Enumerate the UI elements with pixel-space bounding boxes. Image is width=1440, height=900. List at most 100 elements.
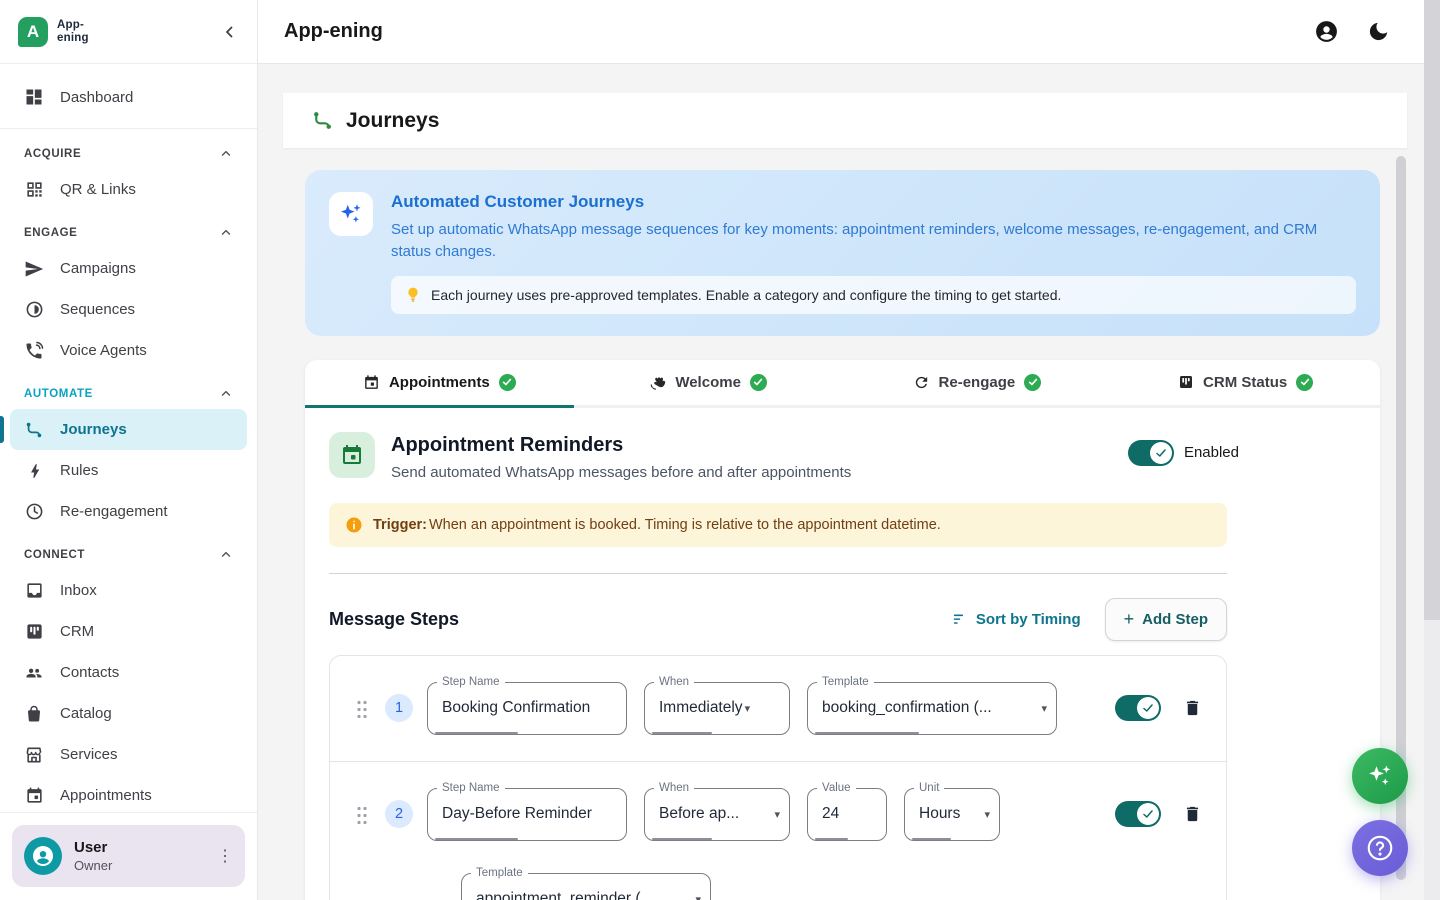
page-title: Journeys xyxy=(346,109,439,133)
sidebar-item-label: Campaigns xyxy=(60,260,136,277)
tab-crm-status[interactable]: CRM Status xyxy=(1111,360,1380,408)
when-value: Immediately xyxy=(659,699,743,717)
step-name-value: Booking Confirmation xyxy=(442,699,590,717)
sidebar-item-journeys[interactable]: Journeys xyxy=(10,409,247,450)
sidebar-item-appointments[interactable]: Appointments xyxy=(10,775,247,814)
tab-label: CRM Status xyxy=(1203,374,1287,391)
app-logo-letter: A xyxy=(27,22,39,42)
people-icon xyxy=(24,662,44,683)
help-fab[interactable] xyxy=(1352,820,1408,876)
sidebar-item-label: Appointments xyxy=(60,787,152,804)
sidebar-item-label: CRM xyxy=(60,623,94,640)
chevron-up-icon xyxy=(219,226,233,240)
info-icon xyxy=(345,516,363,534)
sidebar-item-crm[interactable]: CRM xyxy=(10,611,247,652)
chevron-up-icon xyxy=(219,387,233,401)
inbox-icon xyxy=(24,581,44,600)
page-scrollbar[interactable] xyxy=(1424,0,1440,900)
phone-call-icon xyxy=(24,341,44,361)
when-select[interactable]: When Before ap... ▾ xyxy=(644,788,790,841)
trigger-text: Trigger:When an appointment is booked. T… xyxy=(373,517,941,533)
calendar-icon xyxy=(363,374,380,391)
sidebar-item-contacts[interactable]: Contacts xyxy=(10,652,247,693)
app-title: App-ening xyxy=(284,20,383,43)
category-subtitle: Send automated WhatsApp messages before … xyxy=(391,464,851,481)
sidebar-item-dashboard[interactable]: Dashboard xyxy=(10,74,247,120)
sidebar-item-services[interactable]: Services xyxy=(10,734,247,775)
account-icon[interactable] xyxy=(1314,19,1339,44)
sidebar-item-label: Sequences xyxy=(60,301,135,318)
sort-by-timing-button[interactable]: Sort by Timing xyxy=(951,611,1081,628)
when-value: Before ap... xyxy=(659,805,739,823)
tab-label: Re-engage xyxy=(939,374,1016,391)
sidebar-section-connect[interactable]: CONNECT xyxy=(10,532,247,570)
refresh-icon xyxy=(913,374,930,391)
value-input[interactable]: Value 24 xyxy=(807,788,887,841)
sidebar-item-catalog[interactable]: Catalog xyxy=(10,693,247,734)
sidebar-item-label: Rules xyxy=(60,462,98,479)
sidebar-section-engage[interactable]: ENGAGE xyxy=(10,210,247,248)
step-enabled-toggle[interactable] xyxy=(1115,695,1161,721)
main-content: Journeys Automated Customer Journeys Set… xyxy=(258,64,1440,900)
sidebar-item-label: Re-engagement xyxy=(60,503,168,520)
delete-step-icon[interactable] xyxy=(1183,698,1202,718)
step-name-value: Day-Before Reminder xyxy=(442,805,592,823)
bag-icon xyxy=(24,705,44,723)
journey-tabbar: Appointments Welcome Re-engage xyxy=(305,360,1380,408)
route-icon xyxy=(311,109,334,132)
sidebar-item-rules[interactable]: Rules xyxy=(10,450,247,491)
help-icon xyxy=(1365,833,1395,863)
steps-header: Message Steps Sort by Timing + Add Step xyxy=(329,598,1227,641)
sidebar-section-acquire[interactable]: ACQUIRE xyxy=(10,131,247,169)
sidebar-item-campaigns[interactable]: Campaigns xyxy=(10,248,247,289)
page-scrollbar-thumb[interactable] xyxy=(1424,0,1440,620)
drag-handle-icon[interactable] xyxy=(356,699,367,718)
sidebar-item-inbox[interactable]: Inbox xyxy=(10,570,247,611)
user-card[interactable]: User Owner ⋮ xyxy=(12,825,245,887)
sidebar-item-label: Voice Agents xyxy=(60,342,147,359)
drag-handle-icon[interactable] xyxy=(356,805,367,824)
sidebar-item-label: Inbox xyxy=(60,582,97,599)
toggle-thumb xyxy=(1150,442,1172,464)
sort-icon xyxy=(951,611,968,628)
chevron-down-icon: ▾ xyxy=(984,808,990,821)
dark-mode-icon[interactable] xyxy=(1367,20,1390,43)
sidebar-item-label: Services xyxy=(60,746,118,763)
sidebar-section-automate[interactable]: AUTOMATE xyxy=(10,371,247,409)
when-select[interactable]: When Immediately ▾ xyxy=(644,682,790,735)
chevron-down-icon: ▾ xyxy=(695,893,701,900)
half-circle-icon xyxy=(24,300,44,319)
sidebar-item-qr-links[interactable]: QR & Links xyxy=(10,169,247,210)
step-name-input[interactable]: Step Name Day-Before Reminder xyxy=(427,788,627,841)
sidebar-collapse-icon[interactable] xyxy=(221,23,239,41)
add-step-button[interactable]: + Add Step xyxy=(1105,598,1227,641)
tab-content: Appointment Reminders Send automated Wha… xyxy=(305,408,1380,900)
unit-value: Hours xyxy=(919,805,960,823)
sidebar-item-re-engagement[interactable]: Re-engagement xyxy=(10,491,247,532)
step-enabled-toggle[interactable] xyxy=(1115,801,1161,827)
user-avatar xyxy=(24,837,62,875)
kebab-menu-icon[interactable]: ⋮ xyxy=(217,846,233,866)
ai-assistant-fab[interactable] xyxy=(1352,748,1408,804)
step-row-2: 2 Step Name Day-Before Reminder When Bef… xyxy=(330,762,1226,900)
template-select[interactable]: Template booking_confirmation (... ▾ xyxy=(807,682,1057,735)
sidebar-item-sequences[interactable]: Sequences xyxy=(10,289,247,330)
template-value: appointment_reminder (... xyxy=(476,890,653,900)
sidebar-item-voice-agents[interactable]: Voice Agents xyxy=(10,330,247,371)
toggle-thumb xyxy=(1137,803,1159,825)
page-title-card: Journeys xyxy=(283,93,1407,148)
step-row-1: 1 Step Name Booking Confirmation When Im… xyxy=(330,656,1226,762)
tab-welcome[interactable]: Welcome xyxy=(574,360,843,408)
enabled-toggle[interactable] xyxy=(1128,440,1174,466)
delete-step-icon[interactable] xyxy=(1183,804,1202,824)
scroll-area: Automated Customer Journeys Set up autom… xyxy=(258,148,1440,900)
tab-re-engage[interactable]: Re-engage xyxy=(843,360,1112,408)
template-select[interactable]: Template appointment_reminder (... ▾ xyxy=(461,873,711,900)
storefront-icon xyxy=(24,745,44,765)
step-name-input[interactable]: Step Name Booking Confirmation xyxy=(427,682,627,735)
chevron-down-icon: ▾ xyxy=(745,702,751,715)
unit-select[interactable]: Unit Hours ▾ xyxy=(904,788,1000,841)
tab-appointments[interactable]: Appointments xyxy=(305,360,574,408)
qr-code-icon xyxy=(24,180,44,199)
lightbulb-icon xyxy=(405,286,421,304)
